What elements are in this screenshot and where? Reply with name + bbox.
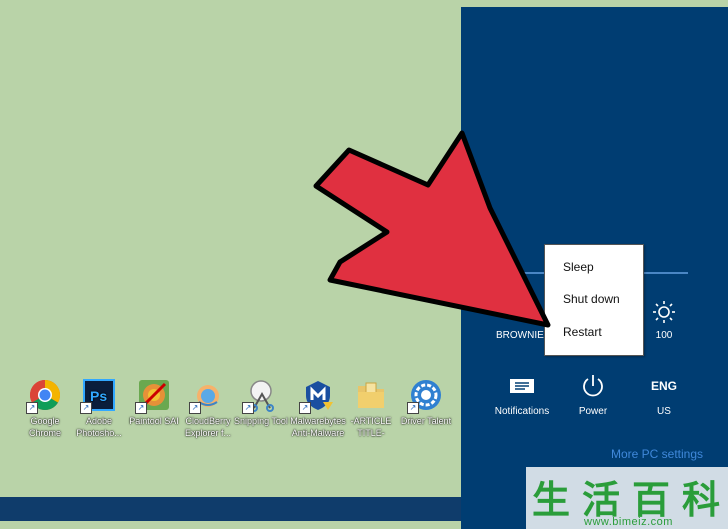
cloudberry-icon: ↗: [189, 378, 225, 414]
desktop-icons: ↗ Google Chrome Ps ↗ Adobe Photosho... ↗…: [0, 378, 461, 448]
shortcut-arrow-icon: ↗: [135, 402, 147, 414]
watermark-char: 科: [682, 477, 721, 522]
desktop-icon-label: Google Chrome: [28, 416, 61, 438]
brightness-icon: [646, 300, 682, 324]
desktop-icon-label: CloudBerry Explorer f...: [184, 416, 231, 438]
desktop-icon-malwarebytes[interactable]: ↗ Malwarebytes Anti-Malware: [289, 378, 347, 439]
shortcut-arrow-icon: ↗: [189, 402, 201, 414]
shut-down-option[interactable]: Shut down: [563, 292, 620, 306]
watermark: 生 活 百 科 www.bimeiz.com: [526, 467, 728, 529]
shortcut-arrow-icon: ↗: [407, 402, 419, 414]
desktop-icon-label: Driver Talent: [400, 416, 452, 426]
desktop-icon-driver-talent[interactable]: ↗ Driver Talent: [397, 378, 455, 427]
paintool-sai-icon: ↗: [135, 378, 171, 414]
desktop-icon-label: Paintool SAI: [129, 416, 179, 426]
restart-option[interactable]: Restart: [563, 325, 602, 339]
network-label: BROWNIES: [496, 330, 551, 341]
desktop-icon-snipping-tool[interactable]: ↗ Snipping Tool: [232, 378, 290, 427]
desktop-icon-article-title[interactable]: -ARTICLE TITLE-: [342, 378, 400, 439]
desktop-icon-chrome[interactable]: ↗ Google Chrome: [16, 378, 74, 439]
network-status[interactable]: BROWNIES: [496, 330, 550, 341]
desktop-icon-paintool-sai[interactable]: ↗ Paintool SAI: [125, 378, 183, 427]
watermark-char: 生: [532, 477, 571, 522]
chrome-icon: ↗: [26, 378, 62, 414]
desktop-icon-label: Malwarebytes Anti-Malware: [290, 416, 346, 438]
desktop-icon-photoshop[interactable]: Ps ↗ Adobe Photosho...: [70, 378, 128, 439]
shortcut-arrow-icon: ↗: [299, 402, 311, 414]
shortcut-arrow-icon: ↗: [26, 402, 38, 414]
notifications-button[interactable]: Notifications: [482, 371, 562, 417]
power-menu: Sleep Shut down Restart: [544, 244, 644, 356]
malwarebytes-icon: ↗: [299, 378, 335, 414]
svg-text:Ps: Ps: [90, 388, 107, 404]
language-icon: ENG: [624, 371, 704, 401]
keyboard-language-button[interactable]: ENG US: [624, 371, 704, 417]
desktop-icon-cloudberry[interactable]: ↗ CloudBerry Explorer f...: [179, 378, 237, 439]
notifications-label: Notifications: [494, 406, 550, 417]
language-label: US: [657, 406, 671, 417]
power-button[interactable]: Power: [553, 371, 633, 417]
brightness-control[interactable]: 100: [646, 300, 682, 341]
watermark-url: www.bimeiz.com: [584, 516, 673, 528]
sleep-option[interactable]: Sleep: [563, 260, 594, 274]
taskbar[interactable]: [0, 497, 461, 521]
driver-talent-icon: ↗: [407, 378, 443, 414]
notifications-icon: [482, 371, 562, 401]
photoshop-icon: Ps ↗: [80, 378, 116, 414]
power-icon: [553, 371, 633, 401]
folder-icon: [354, 378, 388, 412]
desktop-icon-label: Adobe Photosho...: [76, 416, 122, 438]
desktop-icon-label: Snipping Tool: [234, 416, 288, 426]
brightness-value: 100: [655, 330, 673, 341]
snipping-tool-icon: ↗: [242, 378, 278, 414]
shortcut-arrow-icon: ↗: [80, 402, 92, 414]
shortcut-arrow-icon: ↗: [242, 402, 254, 414]
power-label: Power: [578, 406, 608, 417]
desktop-icon-label: -ARTICLE TITLE-: [350, 416, 392, 438]
more-pc-settings-link[interactable]: More PC settings: [611, 447, 703, 461]
language-code: ENG: [650, 379, 677, 393]
